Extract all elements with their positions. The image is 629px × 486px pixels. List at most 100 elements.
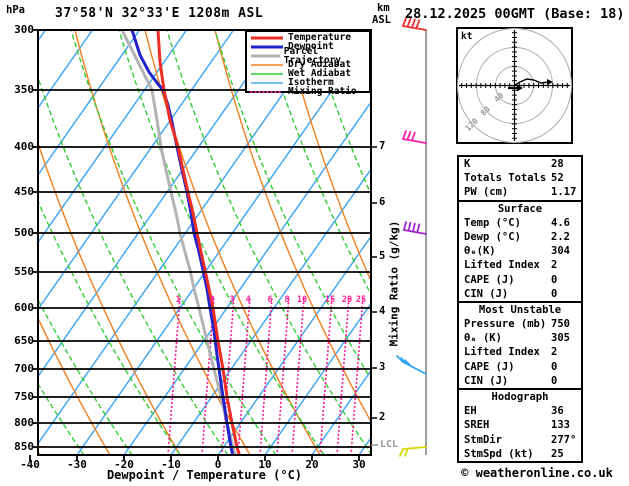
table-row-value: 4.6 bbox=[551, 216, 570, 229]
pressure-tick-label: 600 bbox=[14, 301, 34, 314]
pressure-tick-label: 850 bbox=[14, 440, 34, 453]
table-row-value: 2 bbox=[551, 346, 558, 359]
table-row: CIN (J) 0 bbox=[459, 374, 581, 388]
table-row-value: 2 bbox=[551, 259, 558, 272]
table-section: K 28 Totals Totals 52 PW (cm) 1.17 bbox=[459, 157, 581, 202]
table-row-label: θₑ (K) bbox=[464, 332, 502, 345]
pressure-tick-label: 800 bbox=[14, 416, 34, 429]
table-row-value: 305 bbox=[551, 332, 570, 345]
table-row: Dewp (°C) 2.2 bbox=[459, 230, 581, 244]
mixing-ratio-line bbox=[336, 295, 350, 455]
km-tick-label: 4 bbox=[379, 305, 386, 317]
mixing-ratio-axis-title: Mixing Ratio (g/kg) bbox=[387, 220, 401, 347]
station-title: 37°58'N 32°33'E 1208m ASL bbox=[55, 6, 264, 21]
temp-tick-label: -30 bbox=[67, 458, 87, 471]
mixing-ratio-value-label: 25 bbox=[355, 295, 367, 305]
table-row-label: EH bbox=[464, 405, 477, 418]
table-row: Temp (°C) 4.6 bbox=[459, 216, 581, 230]
table-section-header: Most Unstable bbox=[478, 303, 562, 316]
table-row-label: Temp (°C) bbox=[464, 216, 521, 229]
mixing-ratio-line bbox=[319, 295, 333, 455]
table-row: CAPE (J) 0 bbox=[459, 273, 581, 287]
mixing-ratio-line bbox=[276, 295, 290, 455]
table-section: Hodograph EH 36 SREH 133 StmDir 277° StmSpd (kt… bbox=[459, 390, 581, 461]
mixing-ratio-value-label: 4 bbox=[245, 295, 251, 305]
table-row: StmSpd (kt) 25 bbox=[459, 447, 581, 461]
pressure-tick-label: 400 bbox=[14, 140, 34, 153]
mixing-ratio-value-label: 15 bbox=[324, 295, 336, 305]
legend-line-sample bbox=[251, 45, 283, 48]
table-row-label: Dewp (°C) bbox=[464, 230, 521, 243]
wind-barb bbox=[402, 130, 427, 144]
table-row: CIN (J) 0 bbox=[459, 287, 581, 301]
temp-tick-label: 30 bbox=[352, 458, 366, 471]
hodograph: 4080120 bbox=[456, 27, 573, 144]
legend-line-sample bbox=[251, 72, 283, 75]
table-row: Lifted Index 2 bbox=[459, 345, 581, 359]
mixing-ratio-value-label: 10 bbox=[296, 295, 308, 305]
pressure-tick-label: 750 bbox=[14, 390, 34, 403]
table-row-value: 28 bbox=[551, 158, 564, 170]
table-section-header: Hodograph bbox=[491, 391, 549, 403]
legend-line-sample bbox=[251, 81, 283, 84]
table-row: StmDir 277° bbox=[459, 433, 581, 447]
table-row-value: 0 bbox=[551, 360, 558, 373]
table-row-value: 0 bbox=[551, 287, 558, 300]
pressure-tick-label: 550 bbox=[14, 265, 34, 278]
legend-line-sample bbox=[251, 54, 280, 57]
table-row: CAPE (J) 0 bbox=[459, 360, 581, 374]
table-section: Surface Temp (°C) 4.6 Dewp (°C) 2.2 θₑ(K) 304 L… bbox=[459, 202, 581, 303]
table-section: Most Unstable Pressure (mb) 750 θₑ (K) 305 Li… bbox=[459, 303, 581, 390]
table-row-label: K bbox=[464, 158, 471, 170]
mixing-ratio-line bbox=[167, 295, 181, 455]
table-row-value: 0 bbox=[551, 374, 558, 387]
table-row-label: θₑ(K) bbox=[464, 245, 496, 258]
mixing-ratio-line bbox=[237, 295, 251, 455]
table-row: SREH 133 bbox=[459, 418, 581, 432]
table-row-label: Totals Totals bbox=[464, 172, 547, 185]
hodograph-unit-label: kt bbox=[461, 31, 473, 42]
mixing-ratio-value-label: 1 bbox=[175, 295, 181, 305]
legend-item: Mixing Ratio bbox=[250, 87, 369, 96]
mixing-ratio-value-label: 2 bbox=[209, 295, 215, 305]
pressure-tick-label: 350 bbox=[14, 83, 34, 96]
table-row-label: CIN (J) bbox=[464, 287, 509, 300]
temp-tick-label: 0 bbox=[214, 458, 222, 471]
altitude-unit-km: km bbox=[377, 2, 390, 14]
table-row: Totals Totals 52 bbox=[459, 171, 581, 185]
copyright-footer: © weatheronline.co.uk bbox=[461, 466, 613, 480]
table-section-header: Surface bbox=[497, 202, 543, 215]
table-row: K 28 bbox=[459, 157, 581, 171]
legend-item-label: Mixing Ratio bbox=[288, 86, 357, 97]
wind-barb bbox=[399, 446, 427, 457]
table-row-label: CAPE (J) bbox=[464, 273, 515, 286]
legend: Temperature Dewpoint Parcel Trajectory Dry … bbox=[245, 30, 371, 96]
km-tick-label: 5 bbox=[379, 250, 386, 262]
table-row-value: 1.17 bbox=[551, 186, 577, 199]
temp-tick-label: -20 bbox=[114, 458, 134, 471]
table-row: θₑ (K) 305 bbox=[459, 331, 581, 345]
table-row: PW (cm) 1.17 bbox=[459, 185, 581, 199]
table-row-value: 52 bbox=[551, 172, 564, 185]
mixing-ratio-line bbox=[291, 295, 305, 455]
table-row-label: Lifted Index bbox=[464, 346, 540, 359]
wind-barb bbox=[396, 355, 427, 375]
table-row-value: 277° bbox=[551, 433, 577, 446]
pressure-tick-label: 700 bbox=[14, 362, 34, 375]
pressure-tick-label: 500 bbox=[14, 226, 34, 239]
table-row: Pressure (mb) 750 bbox=[459, 317, 581, 331]
table-row-value: 133 bbox=[551, 419, 570, 432]
table-row-value: 0 bbox=[551, 273, 558, 286]
table-row-label: Lifted Index bbox=[464, 259, 540, 272]
temp-tick-label: -40 bbox=[20, 458, 40, 471]
km-tick-label: 7 bbox=[379, 140, 386, 152]
mixing-ratio-value-label: 6 bbox=[267, 295, 273, 305]
km-tick-label: 3 bbox=[379, 361, 386, 373]
temp-tick-label: 10 bbox=[258, 458, 272, 471]
table-row: θₑ(K) 304 bbox=[459, 244, 581, 258]
table-row-label: Pressure (mb) bbox=[464, 318, 547, 331]
altitude-unit-asl: ASL bbox=[372, 14, 391, 26]
table-row-label: CIN (J) bbox=[464, 374, 509, 387]
pressure-tick-label: 300 bbox=[14, 23, 34, 36]
table-row-label: CAPE (J) bbox=[464, 360, 515, 373]
